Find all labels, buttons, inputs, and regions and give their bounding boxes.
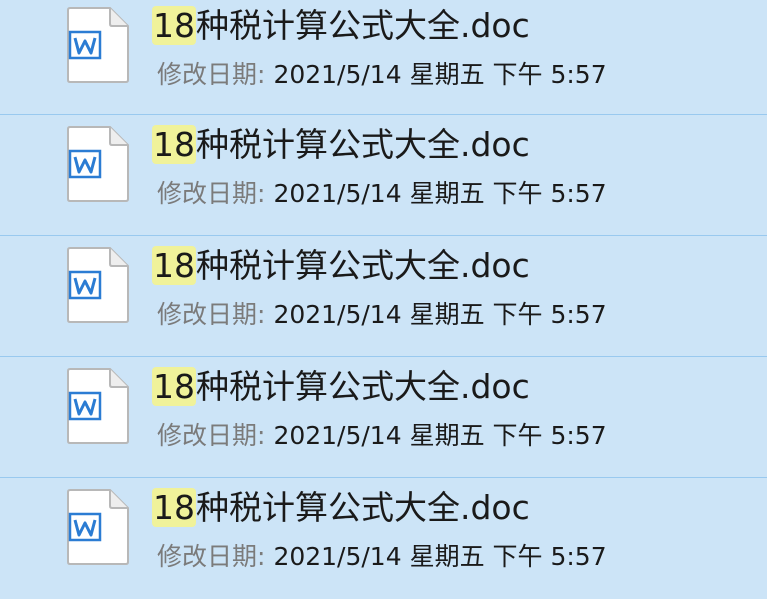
file-modified-date: 修改日期: 2021/5/14 星期五 下午 5:57 (157, 540, 607, 574)
file-row[interactable]: 18种税计算公式大全.doc 修改日期: 2021/5/14 星期五 下午 5:5… (0, 478, 767, 598)
search-match-highlight: 18 (152, 488, 196, 527)
file-name: 18种税计算公式大全.doc (152, 123, 530, 167)
file-row[interactable]: 18种税计算公式大全.doc 修改日期: 2021/5/14 星期五 下午 5:5… (0, 357, 767, 478)
modified-label: 修改日期: (157, 179, 266, 208)
file-name: 18种税计算公式大全.doc (152, 4, 530, 48)
file-modified-date: 修改日期: 2021/5/14 星期五 下午 5:57 (157, 58, 607, 92)
search-match-highlight: 18 (152, 246, 196, 285)
file-name-rest: 种税计算公式大全.doc (196, 246, 530, 285)
search-match-highlight: 18 (152, 6, 196, 45)
file-name-rest: 种税计算公式大全.doc (196, 6, 530, 45)
file-list: 18种税计算公式大全.doc 修改日期: 2021/5/14 星期五 下午 5:5… (0, 0, 767, 599)
search-match-highlight: 18 (152, 367, 196, 406)
modified-value: 2021/5/14 星期五 下午 5:57 (273, 421, 607, 450)
file-name: 18种税计算公式大全.doc (152, 244, 530, 288)
file-row[interactable]: 18种税计算公式大全.doc 修改日期: 2021/5/14 星期五 下午 5:5… (0, 0, 767, 115)
file-name-rest: 种税计算公式大全.doc (196, 488, 530, 527)
file-modified-date: 修改日期: 2021/5/14 星期五 下午 5:57 (157, 419, 607, 453)
modified-value: 2021/5/14 星期五 下午 5:57 (273, 542, 607, 571)
word-document-icon (64, 488, 132, 566)
modified-label: 修改日期: (157, 421, 266, 450)
file-row[interactable]: 18种税计算公式大全.doc 修改日期: 2021/5/14 星期五 下午 5:5… (0, 115, 767, 236)
modified-label: 修改日期: (157, 60, 266, 89)
word-document-icon (64, 367, 132, 445)
file-name-rest: 种税计算公式大全.doc (196, 367, 530, 406)
file-name-rest: 种税计算公式大全.doc (196, 125, 530, 164)
file-modified-date: 修改日期: 2021/5/14 星期五 下午 5:57 (157, 298, 607, 332)
file-name: 18种税计算公式大全.doc (152, 486, 530, 530)
search-match-highlight: 18 (152, 125, 196, 164)
modified-label: 修改日期: (157, 542, 266, 571)
word-document-icon (64, 6, 132, 84)
modified-value: 2021/5/14 星期五 下午 5:57 (273, 300, 607, 329)
file-row[interactable]: 18种税计算公式大全.doc 修改日期: 2021/5/14 星期五 下午 5:5… (0, 236, 767, 357)
file-name: 18种税计算公式大全.doc (152, 365, 530, 409)
modified-label: 修改日期: (157, 300, 266, 329)
file-modified-date: 修改日期: 2021/5/14 星期五 下午 5:57 (157, 177, 607, 211)
modified-value: 2021/5/14 星期五 下午 5:57 (273, 60, 607, 89)
modified-value: 2021/5/14 星期五 下午 5:57 (273, 179, 607, 208)
word-document-icon (64, 125, 132, 203)
word-document-icon (64, 246, 132, 324)
